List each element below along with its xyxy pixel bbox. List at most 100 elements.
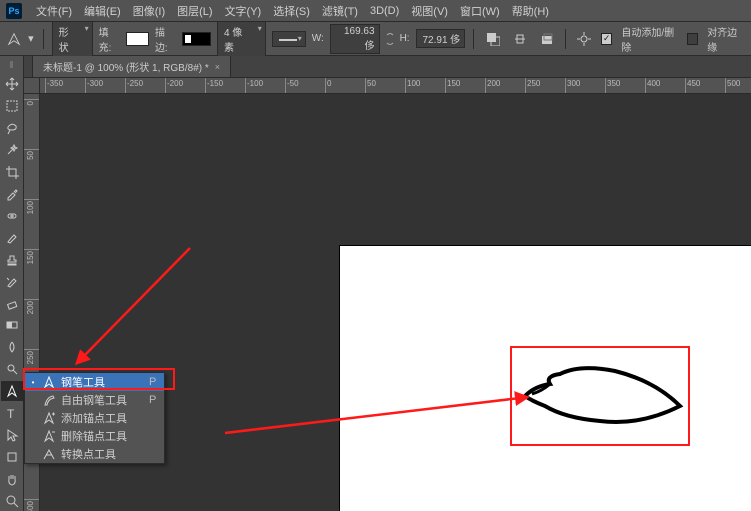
auto-add-checkbox[interactable]: ✓	[601, 33, 612, 45]
pen-variant-icon	[41, 429, 57, 443]
ruler-tick-label: 0	[26, 101, 35, 105]
separator	[565, 29, 566, 49]
menu-view[interactable]: 视图(V)	[405, 3, 454, 19]
options-bar: ▾ 形状 填充: 描边: 4 像素 W: 169.63 侈 H: 72.91 侈…	[0, 22, 751, 56]
pen-variant-icon	[41, 447, 57, 461]
eyedropper-tool[interactable]	[1, 184, 23, 204]
blur-tool[interactable]	[1, 337, 23, 357]
close-icon[interactable]: ×	[215, 62, 220, 72]
brush-tool[interactable]	[1, 228, 23, 248]
eraser-tool[interactable]	[1, 294, 23, 314]
menu-3d[interactable]: 3D(D)	[364, 5, 405, 17]
flyout-item-label: 转换点工具	[61, 446, 116, 462]
ruler-tick-label: 500	[727, 79, 740, 88]
gear-icon[interactable]	[574, 28, 595, 50]
move-tool[interactable]	[1, 74, 23, 94]
flyout-item[interactable]: 转换点工具	[25, 445, 164, 463]
flyout-item[interactable]: 添加锚点工具	[25, 409, 164, 427]
fill-swatch[interactable]	[126, 32, 149, 46]
leaf-shape-path	[520, 356, 690, 446]
gradient-tool[interactable]	[1, 315, 23, 335]
pen-variant-icon	[41, 411, 57, 425]
align-edges-checkbox[interactable]	[687, 33, 698, 45]
fill-label: 填充:	[99, 24, 121, 54]
pen-variant-icon	[41, 375, 57, 389]
crop-tool[interactable]	[1, 162, 23, 182]
flyout-shortcut: P	[131, 376, 156, 388]
menu-file[interactable]: 文件(F)	[30, 3, 78, 19]
path-combine-icon[interactable]	[482, 28, 503, 50]
lasso-tool[interactable]	[1, 118, 23, 138]
flyout-item[interactable]: 删除锚点工具	[25, 427, 164, 445]
path-arrange-icon[interactable]	[536, 28, 557, 50]
ruler-tick-label: -250	[127, 79, 143, 88]
menu-filter[interactable]: 滤镜(T)	[316, 3, 364, 19]
width-input[interactable]: 169.63 侈	[330, 24, 380, 54]
stroke-style-dropdown[interactable]	[272, 31, 306, 47]
ruler-tick-label: 100	[26, 201, 35, 214]
menu-edit[interactable]: 编辑(E)	[78, 3, 127, 19]
stroke-label: 描边:	[155, 24, 177, 54]
ruler-tick-label: 250	[527, 79, 540, 88]
ruler-horizontal: -350-300-250-200-150-100-500501001502002…	[40, 78, 751, 94]
w-label: W:	[312, 33, 324, 44]
flyout-item[interactable]: • 钢笔工具 P	[25, 373, 164, 391]
ruler-tick-label: 0	[327, 79, 331, 88]
path-align-icon[interactable]	[509, 28, 530, 50]
mode-dropdown[interactable]: 形状	[52, 21, 93, 57]
path-select-tool[interactable]	[1, 425, 23, 445]
menu-help[interactable]: 帮助(H)	[506, 3, 555, 19]
ruler-tick-label: 400	[647, 79, 660, 88]
menu-layer[interactable]: 图层(L)	[171, 3, 218, 19]
menu-image[interactable]: 图像(I)	[127, 3, 171, 19]
doc-tab-title: 未标题-1 @ 100% (形状 1, RGB/8#) *	[43, 59, 209, 74]
flyout-item-label: 钢笔工具	[61, 374, 105, 390]
flyout-item[interactable]: 自由钢笔工具P	[25, 391, 164, 409]
ruler-tick-label: 200	[26, 301, 35, 314]
doc-tabbar: 未标题-1 @ 100% (形状 1, RGB/8#) * ×	[24, 56, 751, 78]
tools-grip-icon[interactable]: ⦀	[2, 60, 22, 70]
flyout-item-label: 自由钢笔工具	[61, 392, 127, 408]
marquee-tool[interactable]	[1, 96, 23, 116]
menubar: Ps 文件(F) 编辑(E) 图像(I) 图层(L) 文字(Y) 选择(S) 滤…	[0, 0, 751, 22]
zoom-tool[interactable]	[1, 491, 23, 511]
shape-tool[interactable]	[1, 447, 23, 467]
ruler-tick-label: 150	[26, 251, 35, 264]
history-brush-tool[interactable]	[1, 272, 23, 292]
menu-window[interactable]: 窗口(W)	[454, 3, 506, 19]
ruler-tick-label: -350	[47, 79, 63, 88]
pen-variant-icon	[41, 393, 57, 407]
heal-tool[interactable]	[1, 206, 23, 226]
ruler-tick-label: 300	[567, 79, 580, 88]
align-edges-label: 对齐边缘	[707, 24, 745, 54]
wand-tool[interactable]	[1, 140, 23, 160]
dodge-tool[interactable]	[1, 359, 23, 379]
doc-tab[interactable]: 未标题-1 @ 100% (形状 1, RGB/8#) * ×	[32, 56, 231, 77]
pen-tool-flyout[interactable]: • 钢笔工具 P 自由钢笔工具P添加锚点工具删除锚点工具转换点工具	[24, 372, 165, 464]
menu-type[interactable]: 文字(Y)	[219, 3, 268, 19]
pen-tool-icon	[6, 31, 21, 47]
flyout-item-label: 删除锚点工具	[61, 428, 127, 444]
stroke-width-dropdown[interactable]: 4 像素	[217, 21, 266, 57]
ruler-tick-label: 50	[26, 151, 35, 160]
ps-logo-icon: Ps	[6, 3, 22, 19]
menu-select[interactable]: 选择(S)	[267, 3, 316, 19]
link-wh-icon[interactable]	[386, 32, 394, 46]
bullet-icon: •	[29, 378, 37, 387]
stamp-tool[interactable]	[1, 250, 23, 270]
stroke-swatch[interactable]	[182, 32, 210, 46]
height-input[interactable]: 72.91 侈	[416, 29, 466, 48]
ruler-tick-label: 200	[487, 79, 500, 88]
ruler-corner	[24, 78, 40, 94]
separator	[473, 29, 474, 49]
ruler-tick-label: 100	[407, 79, 420, 88]
canvas-white-area[interactable]	[340, 246, 751, 511]
pen-tool[interactable]	[1, 381, 23, 401]
ruler-tick-label: -100	[247, 79, 263, 88]
chevron-down-icon[interactable]: ▾	[27, 31, 35, 47]
type-tool[interactable]: T	[1, 403, 23, 423]
hand-tool[interactable]	[1, 469, 23, 489]
auto-add-label: 自动添加/删除	[621, 24, 680, 54]
line-icon	[279, 39, 297, 41]
flyout-item-label: 添加锚点工具	[61, 410, 127, 426]
